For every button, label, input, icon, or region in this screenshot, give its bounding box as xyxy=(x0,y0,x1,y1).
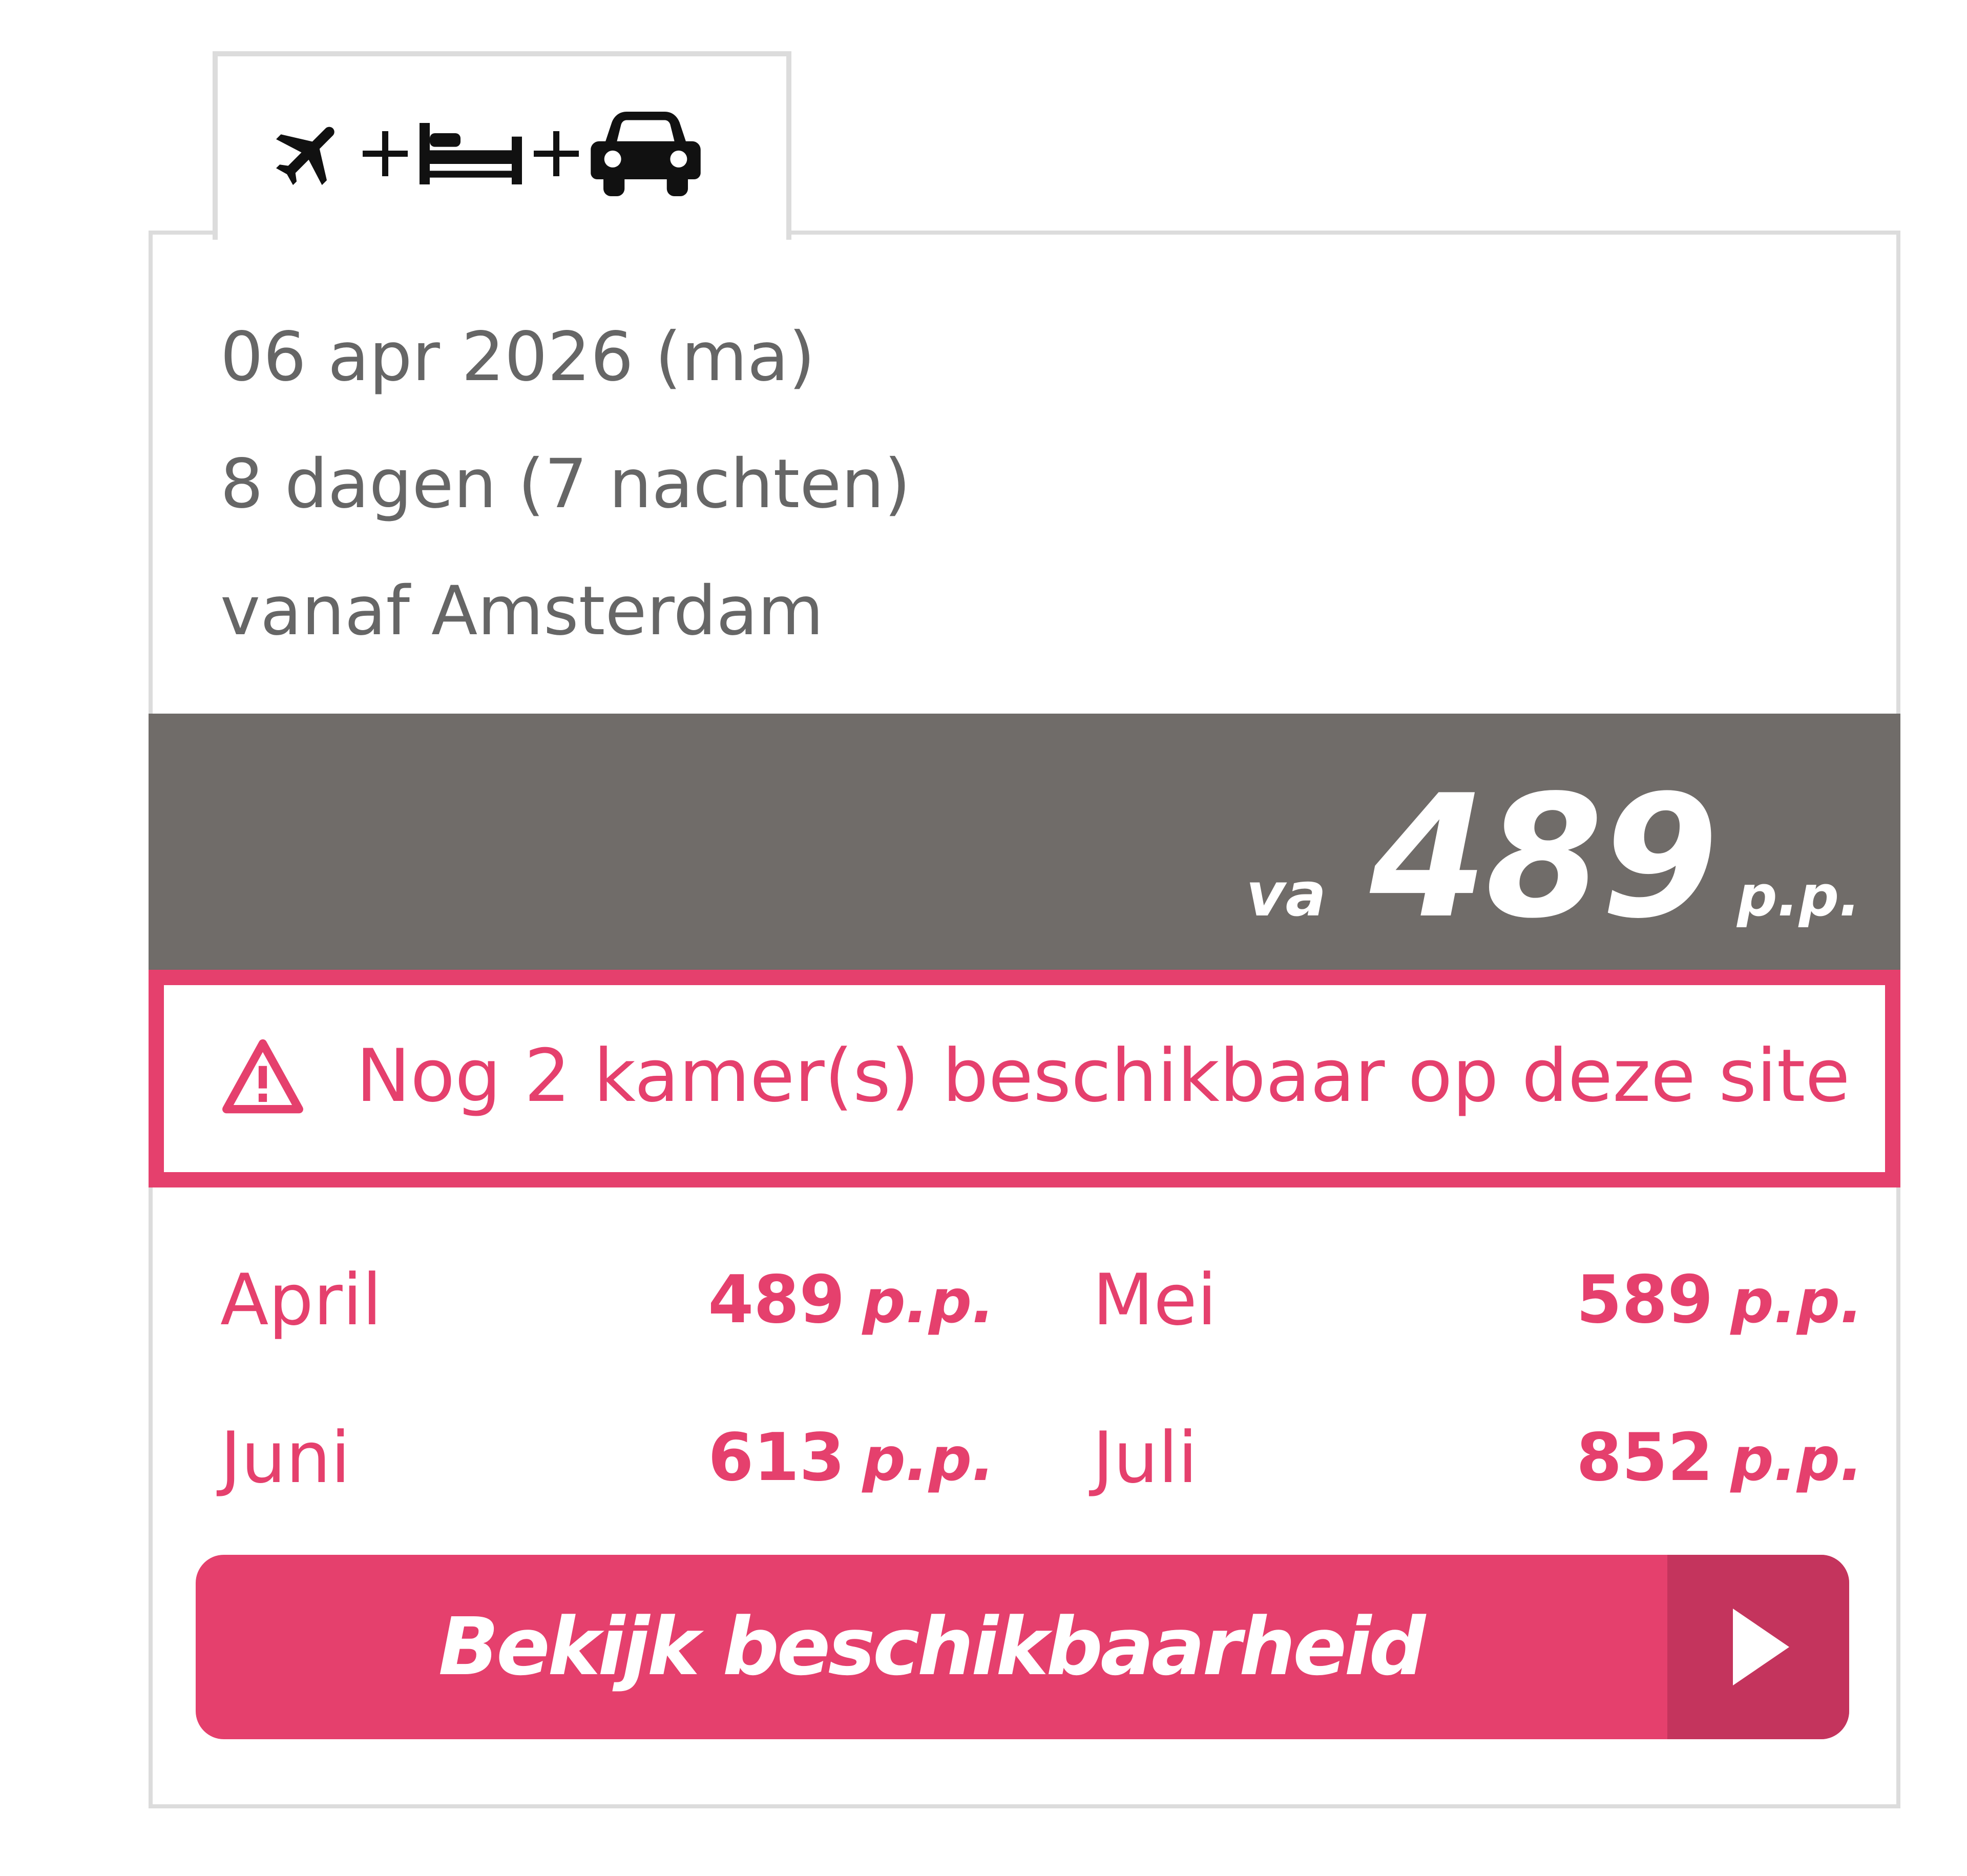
plane-icon xyxy=(276,127,334,185)
month-price-juli[interactable]: 852 p.p. xyxy=(1576,1407,1863,1510)
trip-date: 06 apr 2026 (ma) xyxy=(220,318,815,397)
plus-icon xyxy=(534,131,579,176)
trip-departure: vanaf Amsterdam xyxy=(220,572,824,651)
month-row: April 489 p.p. Mei 589 p.p. xyxy=(153,1249,1896,1351)
month-label-april[interactable]: April xyxy=(220,1249,382,1351)
availability-warning: Nog 2 kamer(s) beschikbaar op deze site xyxy=(149,970,1900,1187)
month-price-suffix: p.p. xyxy=(1730,1266,1863,1337)
monthly-prices: April 489 p.p. Mei 589 p.p. Juni 613 p.p. J… xyxy=(153,1249,1896,1567)
month-price-value: 613 xyxy=(708,1420,845,1496)
package-icons xyxy=(269,108,701,200)
bed-icon xyxy=(420,123,522,184)
check-availability-label: Bekijk beschikbaarheid xyxy=(438,1600,1426,1693)
plus-icon xyxy=(363,131,408,176)
trip-info: 06 apr 2026 (ma) 8 dagen (7 nachten) van… xyxy=(220,294,911,675)
month-label-mei[interactable]: Mei xyxy=(1093,1249,1217,1351)
month-price-mei[interactable]: 589 p.p. xyxy=(1576,1249,1863,1352)
month-price-value: 852 xyxy=(1576,1420,1713,1496)
month-price-suffix: p.p. xyxy=(1730,1424,1863,1494)
warning-icon xyxy=(222,1039,303,1114)
month-row: Juni 613 p.p. Juli 852 p.p. xyxy=(153,1407,1896,1509)
month-price-value: 589 xyxy=(1576,1262,1713,1338)
price-display: va 489 p.p. xyxy=(1246,773,1860,942)
month-price-suffix: p.p. xyxy=(862,1424,995,1494)
month-label-juni[interactable]: Juni xyxy=(220,1407,350,1509)
month-price-juni[interactable]: 613 p.p. xyxy=(708,1407,995,1510)
car-icon xyxy=(591,111,701,196)
package-tab[interactable] xyxy=(213,51,791,240)
month-price-value: 489 xyxy=(708,1262,845,1338)
trip-duration: 8 dagen (7 nachten) xyxy=(220,445,911,524)
cta-arrow xyxy=(1667,1555,1849,1739)
play-arrow-icon xyxy=(1733,1609,1789,1685)
month-price-april[interactable]: 489 p.p. xyxy=(708,1249,995,1352)
check-availability-button[interactable]: Bekijk beschikbaarheid xyxy=(196,1555,1849,1739)
warning-text: Nog 2 kamer(s) beschikbaar op deze site xyxy=(356,1034,1850,1118)
price-prefix: va xyxy=(1246,859,1327,930)
price-amount: 489 xyxy=(1370,759,1719,955)
month-label-juli[interactable]: Juli xyxy=(1093,1407,1198,1509)
price-suffix: p.p. xyxy=(1736,863,1860,929)
price-band: va 489 p.p. xyxy=(149,714,1900,970)
month-price-suffix: p.p. xyxy=(862,1266,995,1337)
